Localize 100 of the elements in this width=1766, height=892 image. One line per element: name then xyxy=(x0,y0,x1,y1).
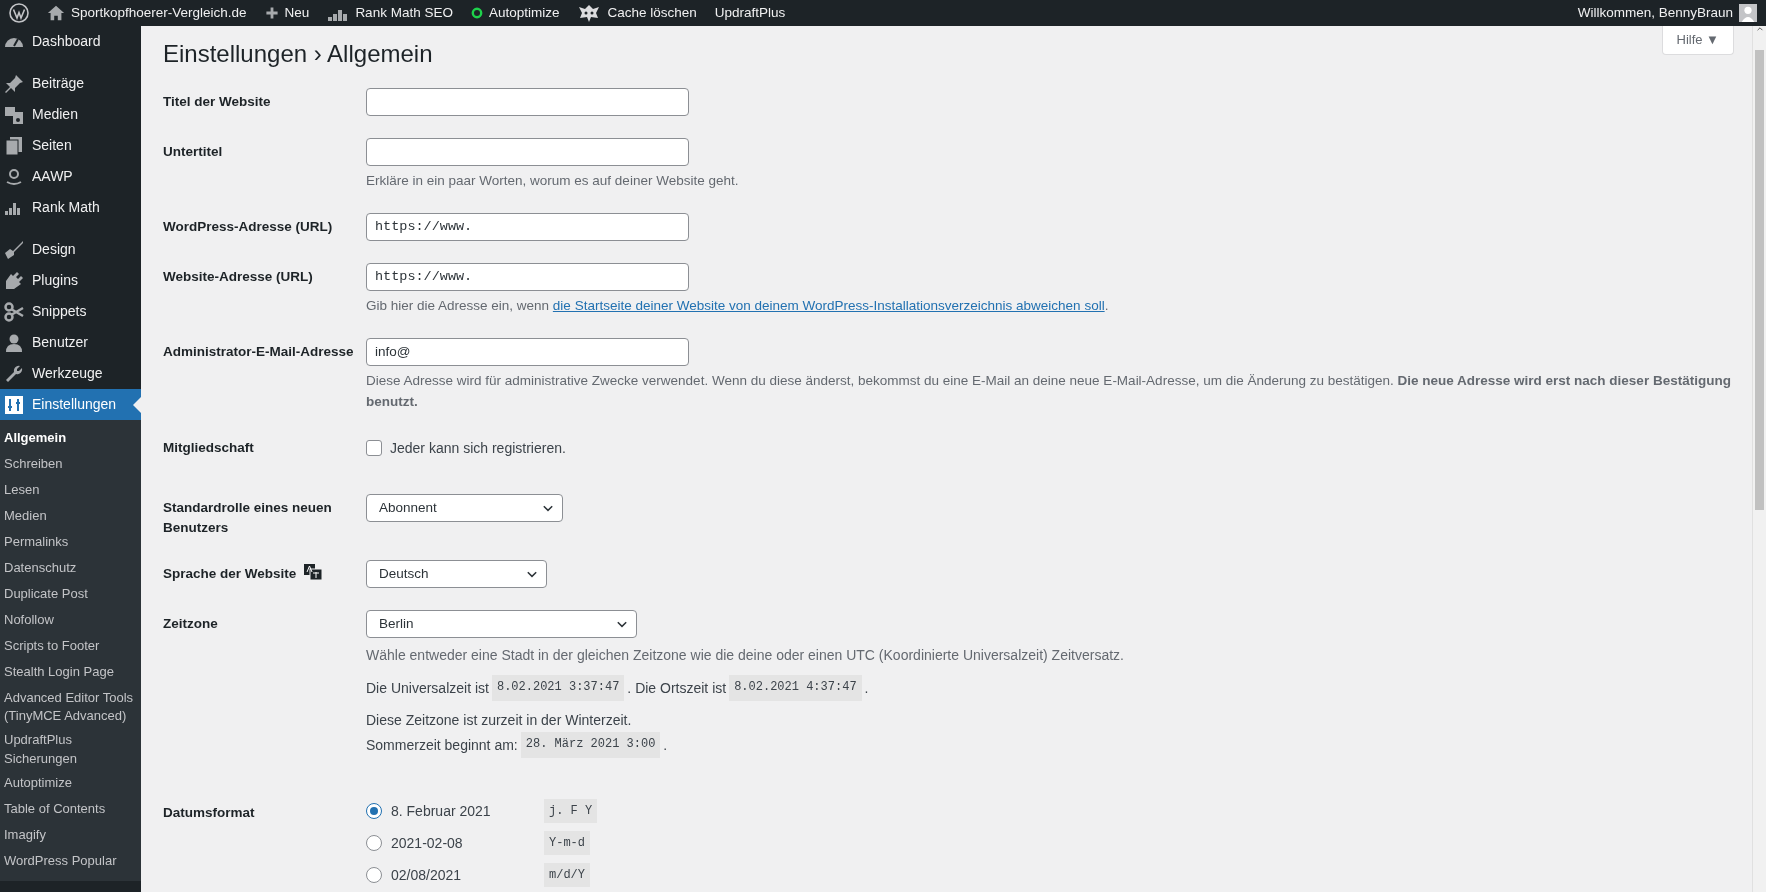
submenu-item[interactable]: Medien xyxy=(0,504,141,530)
field-label: Standardrolle eines neuen Benutzers xyxy=(163,498,333,538)
time-code: 8.02.2021 3:37:47 xyxy=(491,675,625,702)
submenu-item[interactable]: Allgemein xyxy=(0,426,141,452)
user-icon xyxy=(4,332,24,353)
radio-button[interactable] xyxy=(366,803,382,820)
menu-item[interactable]: Beiträge xyxy=(0,68,141,99)
field-label: WordPress-Adresse (URL) xyxy=(163,218,333,237)
timezone-note: . Die Ortszeit ist xyxy=(627,678,727,698)
field-description: Gib hier die Adresse ein, wenn xyxy=(366,298,551,314)
input-field[interactable]: https://www. xyxy=(366,263,689,292)
field-label: Untertitel xyxy=(163,142,223,161)
menu-item[interactable]: Rank Math xyxy=(0,192,141,223)
toolbar-link[interactable]: Cache löschen xyxy=(607,2,697,24)
submenu-item[interactable]: Stealth Login Page xyxy=(0,660,141,686)
scissors-icon xyxy=(4,301,24,322)
field-description: Diese Adresse wird für administrative Zwecke verwendet. Wenn du diese änderst, bekommst du eine E-Mail an deine neue E-Mail-Adresse, um die Änderung zu bestätigen. Die neue Adresse wird erst nach dieser Bestätigung benutzt. xyxy=(366,372,1732,411)
menu-item[interactable]: AAWP xyxy=(0,161,141,192)
toolbar-link[interactable]: UpdraftPlus xyxy=(714,2,786,24)
media-icon xyxy=(4,104,24,125)
dropdown[interactable]: Abonnent xyxy=(366,493,563,522)
plug-icon xyxy=(4,270,24,291)
burst-icon xyxy=(577,3,602,23)
brush-icon xyxy=(4,239,24,260)
help-button[interactable]: Hilfe ▼ xyxy=(1661,26,1734,55)
submenu-item[interactable]: Permalinks xyxy=(0,530,141,556)
submenu-item[interactable]: Nofollow xyxy=(0,608,141,634)
timezone-note: Wähle entweder eine Stadt in der gleichen Zeitzone wie die deine oder einen UTC (Koordinierte Universalzeit) Zeitversatz. xyxy=(366,646,1124,666)
pin-icon xyxy=(4,73,24,94)
input-field[interactable]: info@ xyxy=(366,338,689,367)
sliders-icon xyxy=(4,394,24,415)
submenu-item[interactable]: Imagify xyxy=(0,822,141,849)
site-name-link[interactable]: Sportkopfhoerer-Vergleich.de xyxy=(71,2,247,24)
wordpress-logo-icon[interactable] xyxy=(9,3,29,23)
avatar-icon xyxy=(1739,4,1757,22)
field-label: Administrator-E-Mail-Adresse xyxy=(163,343,354,362)
menu-item[interactable]: Seiten xyxy=(0,130,141,161)
field-label: Datumsformat xyxy=(163,804,255,823)
radio-label: 02/08/2021 xyxy=(391,865,463,885)
pages-icon xyxy=(4,135,24,156)
home-icon xyxy=(47,4,65,22)
greeting-link[interactable]: Willkommen, BennyBraun xyxy=(1577,2,1733,24)
time-code: 28. März 2021 3:00 xyxy=(520,732,661,759)
submenu-item[interactable]: Duplicate Post xyxy=(0,582,141,608)
field-label: Sprache der Website xyxy=(163,565,297,584)
scroll-up-icon xyxy=(1755,26,1764,32)
radio-button[interactable] xyxy=(366,835,382,852)
toolbar-link[interactable]: Neu xyxy=(284,2,310,24)
radio-button[interactable] xyxy=(366,867,382,884)
submenu-item[interactable]: WordPress Popular xyxy=(0,848,141,875)
wrench-icon xyxy=(4,363,24,384)
timezone-note: Sommerzeit beginnt am: xyxy=(366,735,518,755)
menu-item[interactable]: Plugins xyxy=(0,265,141,296)
submenu-item[interactable]: Autoptimize xyxy=(0,770,141,797)
field-label: Website-Adresse (URL) xyxy=(163,268,313,287)
page-title: Einstellungen › Allgemein xyxy=(163,40,433,69)
smile-icon xyxy=(4,166,24,187)
scrollbar[interactable] xyxy=(1752,26,1766,892)
time-code: 8.02.2021 4:37:47 xyxy=(729,675,862,702)
timezone-note: Die Universalzeit ist xyxy=(366,678,489,698)
menu-item[interactable]: Dashboard xyxy=(0,26,141,57)
menu-item[interactable]: Benutzer xyxy=(0,327,141,358)
radio-label: 8. Februar 2021 xyxy=(391,801,492,821)
submenu-item[interactable]: Schreiben xyxy=(0,452,141,478)
checkbox[interactable] xyxy=(366,440,382,457)
translate-icon xyxy=(304,564,323,581)
input-field[interactable] xyxy=(366,137,689,166)
checkbox-label: Jeder kann sich registrieren. xyxy=(390,438,566,458)
submenu-item[interactable]: Scripts to Footer xyxy=(0,634,141,660)
menu-item[interactable]: Design xyxy=(0,234,141,265)
field-label: Mitgliedschaft xyxy=(163,438,254,457)
submenu-item[interactable]: Datenschutz xyxy=(0,556,141,582)
menu-item[interactable]: Snippets xyxy=(0,296,141,327)
field-label: Zeitzone xyxy=(163,615,218,634)
timezone-note: . xyxy=(864,678,869,698)
format-code: m/d/Y xyxy=(544,863,590,888)
menu-item[interactable]: Einstellungen xyxy=(0,389,141,420)
help-link[interactable]: die Startseite deiner Website von deinem WordPress-Installationsverzeichnis abweichen soll xyxy=(552,298,1105,314)
format-code: j. F Y xyxy=(544,799,598,824)
dropdown[interactable]: Deutsch xyxy=(366,560,547,589)
radio-label: 2021-02-08 xyxy=(391,833,464,853)
input-field[interactable]: https://www. xyxy=(366,213,689,242)
toolbar-link[interactable]: Rank Math SEO xyxy=(355,2,453,24)
menu-item[interactable]: Werkzeuge xyxy=(0,358,141,389)
menu-item[interactable]: Medien xyxy=(0,99,141,130)
timezone-note: . xyxy=(663,735,668,755)
dropdown[interactable]: Berlin xyxy=(366,610,637,639)
submenu-item[interactable]: Advanced Editor Tools (TinyMCE Advanced) xyxy=(0,686,141,729)
format-code: Y-m-d xyxy=(544,831,590,856)
submenu-item[interactable]: UpdraftPlus Sicherungen xyxy=(0,728,141,771)
field-label: Titel der Website xyxy=(163,92,271,111)
toolbar-link[interactable]: Autoptimize xyxy=(488,2,560,24)
input-field[interactable] xyxy=(366,87,689,116)
field-description: . xyxy=(1104,298,1109,314)
status-ring-icon xyxy=(470,7,483,19)
plus-icon xyxy=(264,6,279,20)
field-description: Erkläre in ein paar Worten, worum es auf deiner Website geht. xyxy=(366,171,740,190)
submenu-item[interactable]: Table of Contents xyxy=(0,796,141,823)
timezone-note: Diese Zeitzone ist zurzeit in der Winterzeit. xyxy=(366,711,632,731)
submenu-item[interactable]: Lesen xyxy=(0,478,141,504)
